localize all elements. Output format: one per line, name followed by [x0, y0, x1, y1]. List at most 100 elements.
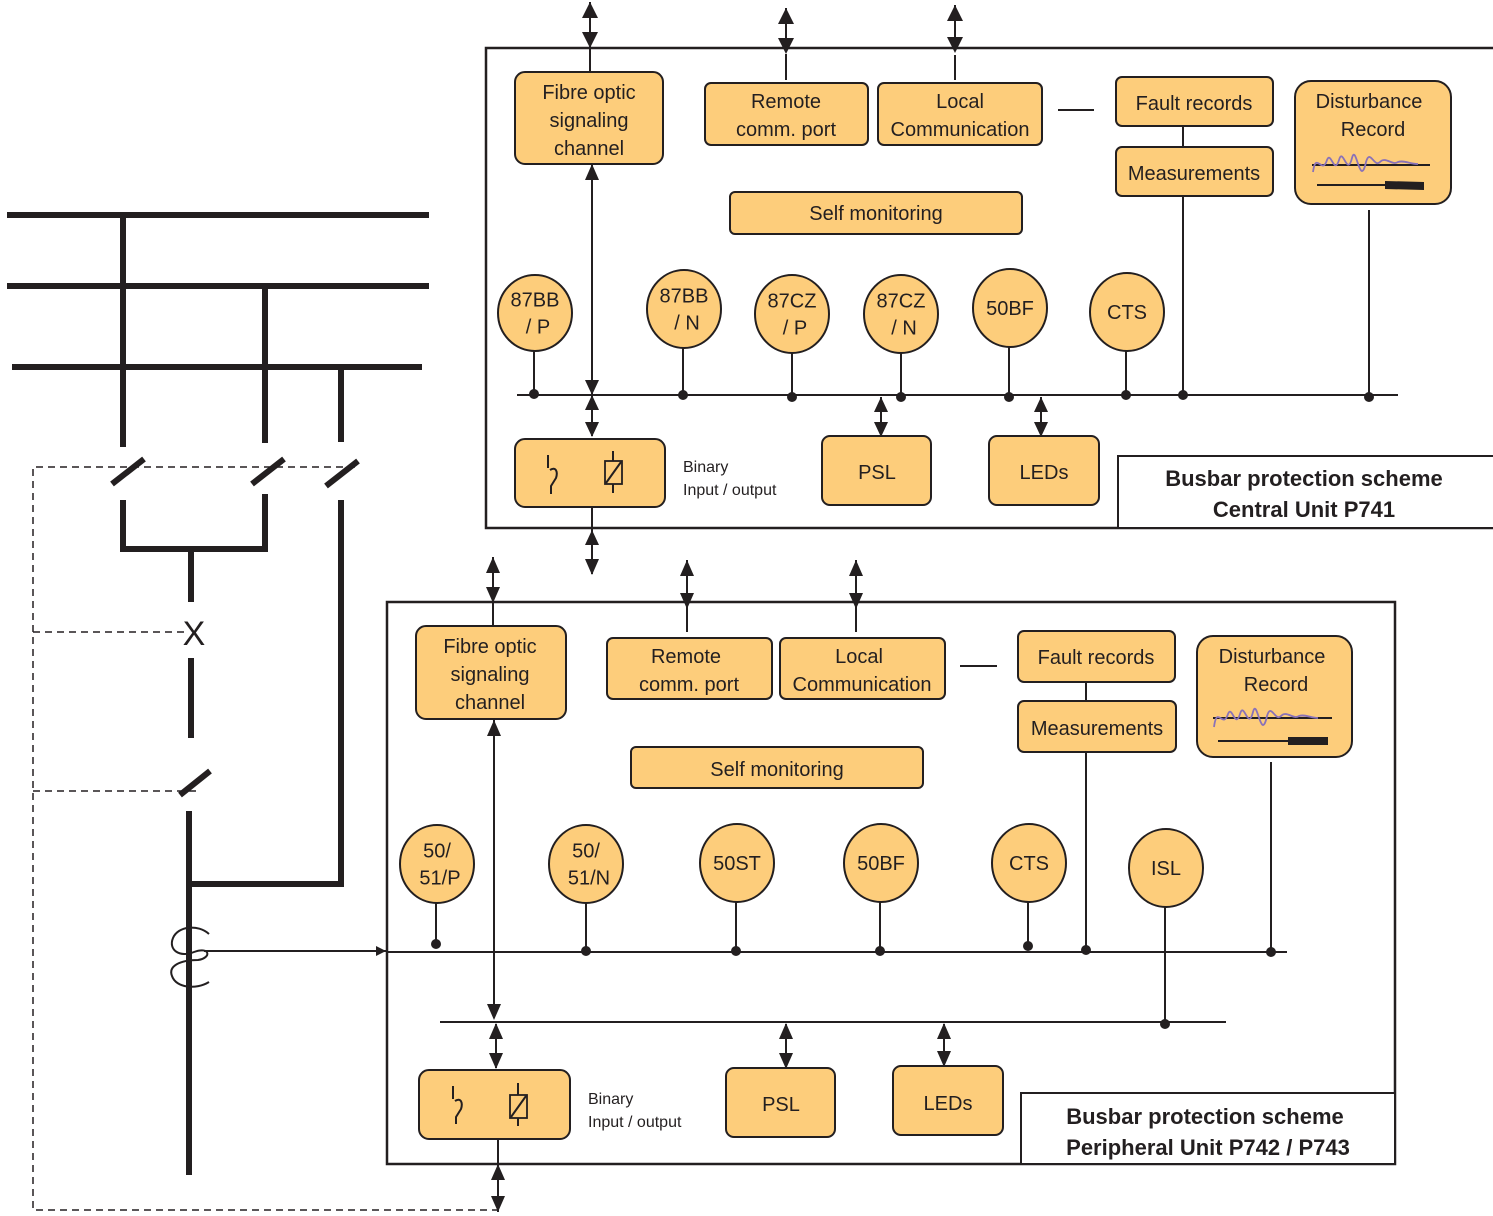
cu-remote-label-2: comm. port — [736, 119, 836, 141]
function-circle — [497, 274, 573, 352]
cu-local-comm-block: Local Communication — [877, 82, 1043, 146]
function-label: ISL — [1151, 858, 1181, 880]
junction-dot — [1023, 941, 1033, 951]
busbar-protection-diagram: X Fibre optic signaling channel Remote c… — [7, 2, 1493, 1212]
arrow-up-icon — [947, 5, 963, 21]
function-label: 87BB — [660, 286, 709, 308]
junction-dot — [1266, 947, 1276, 957]
function-label: 87CZ — [768, 291, 817, 313]
cu-disturbance-record-block: Disturbance Record — [1294, 80, 1452, 205]
isolator-1-icon — [110, 456, 146, 487]
pu-selfmon-label: Self monitoring — [710, 759, 843, 781]
arrow-down-icon — [778, 38, 794, 54]
function-circle — [754, 274, 830, 354]
junction-dot — [1364, 392, 1374, 402]
arrow-up-icon — [778, 8, 794, 24]
arrow-up-icon — [779, 1023, 793, 1039]
bypass-line — [189, 500, 344, 887]
pu-function-5051n: 50/51/N — [548, 824, 624, 956]
function-label: 50ST — [713, 853, 761, 875]
cu-dist-label-1: Disturbance — [1316, 91, 1423, 113]
pu-title-box: Busbar protection scheme Peripheral Unit… — [1020, 1092, 1396, 1165]
cu-function-87bbp: 87BB / P — [497, 274, 573, 399]
junction-dot — [1178, 390, 1188, 400]
arrow-up-icon — [489, 1023, 503, 1039]
peripheral-unit-panel: Fibre optic signaling channel Remote com… — [385, 557, 1397, 1212]
cu-local-label-2: Communication — [891, 119, 1030, 141]
pu-dist-label-2: Record — [1244, 674, 1308, 696]
function-label: 50BF — [986, 298, 1034, 320]
arrow-up-icon — [849, 560, 863, 576]
junction-dot — [1081, 945, 1091, 955]
pu-remote-label-2: comm. port — [639, 674, 739, 696]
isolator-3-icon — [324, 458, 360, 489]
pu-function-group: 50/51/P50/51/N50ST 50BF CTS ISL — [399, 823, 1204, 1029]
pu-psl-block: PSL — [725, 1067, 836, 1138]
pu-psl-label: PSL — [762, 1094, 800, 1116]
arrow-down-icon — [874, 422, 888, 437]
arrow-up-icon — [582, 2, 598, 18]
cu-local-label-1: Local — [936, 91, 984, 113]
pu-fibre-label-3: channel — [455, 692, 525, 714]
pu-self-monitoring-block: Self monitoring — [630, 746, 924, 789]
junction-dot — [1121, 390, 1131, 400]
cu-binary-io-block: Binary Input / output — [514, 438, 777, 508]
arrow-up-icon — [585, 164, 599, 180]
arrow-down-icon — [937, 1051, 951, 1067]
pu-function-cts: CTS — [991, 823, 1067, 951]
cu-fibre-optic-block: Fibre optic signaling channel — [514, 48, 664, 165]
cu-fault-records-block: Fault records — [1115, 76, 1274, 127]
pu-binary-label-2: Input / output — [588, 1114, 682, 1131]
arrow-down-icon — [585, 422, 599, 437]
arrow-down-icon — [487, 1004, 501, 1020]
junction-dot — [581, 946, 591, 956]
arrow-up-icon — [1034, 397, 1048, 412]
pu-fibre-optic-block: Fibre optic signaling channel — [415, 625, 567, 720]
arrow-up-icon — [874, 397, 888, 412]
cu-remote-label-1: Remote — [751, 91, 821, 113]
function-label: / N — [891, 318, 917, 340]
pu-disturbance-record-block: Disturbance Record — [1196, 635, 1353, 758]
arrow-down-icon — [779, 1053, 793, 1069]
pu-dist-label-1: Disturbance — [1219, 646, 1326, 668]
arrow-down-icon — [489, 1053, 503, 1069]
central-unit-panel: Fibre optic signaling channel Remote com… — [484, 2, 1493, 575]
cu-meas-label: Measurements — [1128, 163, 1260, 185]
pu-fault-label: Fault records — [1038, 647, 1155, 669]
cu-title-line-2: Central Unit P741 — [1213, 497, 1395, 522]
cu-self-monitoring-block: Self monitoring — [729, 191, 1023, 235]
pu-local-comm-block: Local Communication — [779, 637, 946, 700]
cu-binary-label-1: Binary — [683, 459, 728, 476]
cu-fibre-label-3: channel — [554, 138, 624, 160]
pu-binary-label-1: Binary — [588, 1091, 633, 1108]
arrow-down-icon — [486, 587, 500, 603]
cu-dist-label-2: Record — [1341, 119, 1405, 141]
cu-psl-label: PSL — [858, 462, 896, 484]
junction-dot — [896, 392, 906, 402]
arrow-down-icon — [582, 32, 598, 48]
pu-leds-label: LEDs — [924, 1093, 973, 1115]
pu-binary-io-block: Binary Input / output — [418, 1069, 682, 1140]
junction-dot — [731, 946, 741, 956]
pu-function-5051p: 50/51/P — [399, 824, 475, 949]
pu-fibre-label-1: Fibre optic — [443, 636, 536, 658]
function-label: 50/ — [423, 841, 451, 863]
function-circle — [399, 824, 475, 904]
function-label: CTS — [1107, 302, 1147, 324]
cu-measurements-block: Measurements — [1115, 146, 1274, 197]
pu-function-isl: ISL — [1128, 828, 1204, 1029]
arrow-up-icon — [585, 395, 599, 410]
cu-binary-box — [514, 438, 666, 508]
function-label: 87CZ — [877, 291, 926, 313]
pu-remote-comm-block: Remote comm. port — [606, 637, 773, 700]
cu-title-line-1: Busbar protection scheme — [1165, 466, 1443, 491]
junction-dot — [1160, 1019, 1170, 1029]
junction-dot — [1004, 392, 1014, 402]
arrow-up-icon — [937, 1023, 951, 1039]
arrow-up-icon — [585, 530, 599, 545]
cu-fibre-label-2: signaling — [550, 110, 629, 132]
function-label: 51/N — [568, 868, 610, 890]
function-label: 51/P — [419, 868, 460, 890]
cu-title-box: Busbar protection scheme Central Unit P7… — [1117, 455, 1493, 529]
cu-leds-label: LEDs — [1020, 462, 1069, 484]
